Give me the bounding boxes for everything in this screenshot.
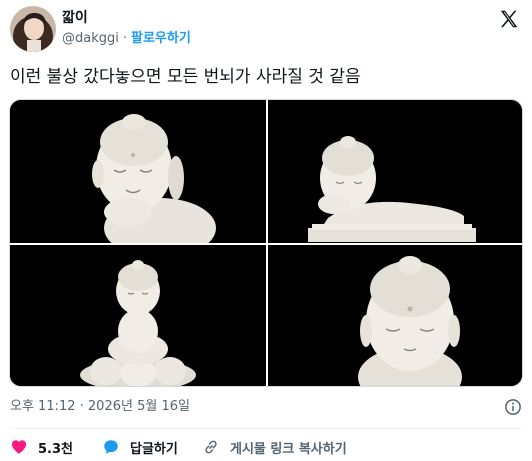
avatar[interactable] (10, 6, 56, 52)
reply-label: 답글하기 (130, 441, 178, 457)
info-icon[interactable] (504, 398, 522, 416)
reclining-buddha-image (268, 100, 522, 243)
author-handle-row: @dakggi · 팔로우하기 (62, 30, 191, 48)
tweet-text: 이런 불상 갔다놓으면 모든 번뇌가 사라질 것 같음 (10, 67, 361, 87)
buddha-closeup-image (268, 245, 522, 386)
media-grid (9, 99, 523, 387)
reply-bubble-icon (104, 440, 118, 454)
separator-dot: · (122, 31, 128, 46)
heart-icon (11, 440, 27, 454)
author-display-name[interactable]: 깗이 (62, 9, 88, 27)
x-logo-icon[interactable] (498, 8, 520, 30)
like-count: 5.3천 (38, 441, 73, 457)
buddha-lotus-seat-image (10, 245, 266, 386)
tweet-timestamp[interactable]: 오후 11:12 · 2026년 5월 16일 (10, 398, 190, 416)
link-icon (205, 440, 217, 454)
media-image-3[interactable] (10, 245, 266, 386)
media-image-2[interactable] (268, 100, 522, 243)
tweet-header: 깗이 @dakggi · 팔로우하기 (10, 6, 524, 54)
divider (10, 428, 522, 429)
copy-link-label: 게시물 링크 복사하기 (230, 441, 347, 457)
copy-link-button[interactable]: 게시물 링크 복사하기 (202, 437, 347, 457)
tweet-actions: 5.3천 답글하기 게시물 링크 복사하기 (10, 437, 522, 457)
media-image-1[interactable] (10, 100, 266, 243)
media-image-4[interactable] (268, 245, 522, 386)
buddha-resting-cheek-image (10, 100, 266, 243)
author-handle[interactable]: @dakggi (62, 31, 119, 46)
like-button[interactable]: 5.3천 (10, 437, 73, 457)
follow-button[interactable]: 팔로우하기 (131, 31, 191, 46)
reply-button[interactable]: 답글하기 (102, 437, 178, 457)
